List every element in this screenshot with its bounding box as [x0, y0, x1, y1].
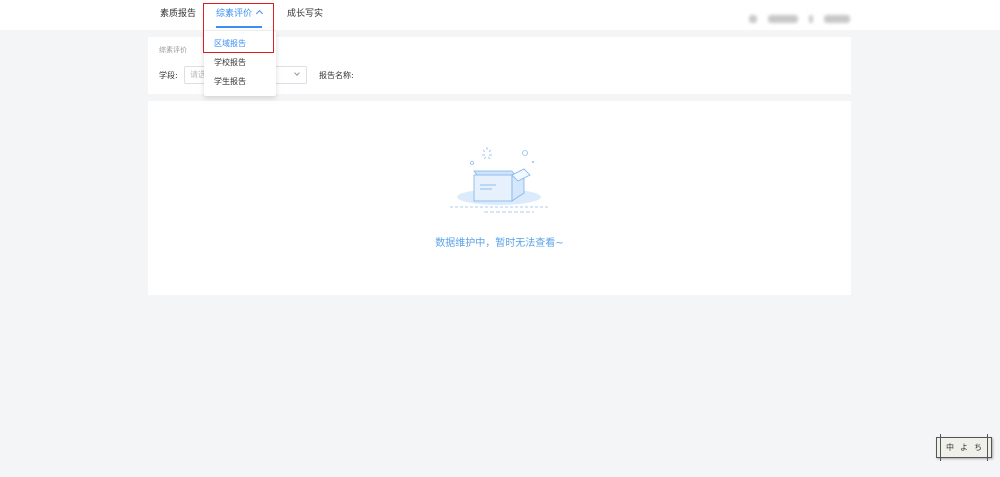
blurred-user-text [808, 14, 813, 23]
nav-tab-quality-report[interactable]: 素质报告 [160, 0, 196, 28]
floating-tool-widget[interactable]: 中 よ ち [936, 434, 992, 461]
blurred-user-text [767, 14, 798, 23]
menu-item-student-report[interactable]: 学生报告 [204, 72, 276, 91]
widget-glyph: ち [974, 443, 982, 452]
nav-tab-growth-record[interactable]: 成长写实 [287, 0, 323, 28]
menu-item-region-report[interactable]: 区域报告 [204, 34, 276, 53]
empty-state-message: 数据维护中，暂时无法查看~ [435, 238, 564, 249]
chevron-up-icon [255, 9, 264, 18]
top-nav-bar: 素质报告 综素评价 成长写实 [0, 0, 1000, 30]
blurred-user-text [824, 14, 850, 23]
user-info[interactable] [743, 8, 850, 23]
menu-item-school-report[interactable]: 学校报告 [204, 53, 276, 72]
breadcrumb: 综素评价 [159, 46, 187, 54]
report-name-label: 报告名称: [319, 71, 354, 80]
nav-tab-label: 综素评价 [216, 9, 253, 19]
blurred-user-text [748, 14, 757, 23]
content-panel: 数据维护中，暂时无法查看~ [148, 101, 851, 295]
widget-glyph: 中 [946, 443, 954, 452]
chevron-down-icon [294, 70, 300, 76]
nav-tab-comprehensive-evaluation[interactable]: 综素评价 [216, 0, 264, 28]
evaluation-dropdown-menu: 区域报告 学校报告 学生报告 [204, 31, 276, 96]
widget-glyph: よ [960, 443, 968, 452]
stage-label: 学段: [159, 71, 178, 80]
empty-box-icon [450, 147, 548, 213]
